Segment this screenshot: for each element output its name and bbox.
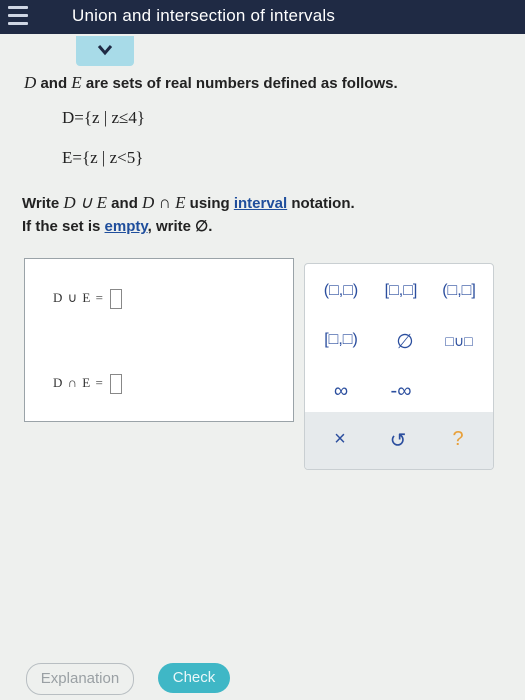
closed-open-interval-key[interactable]: [□,□) — [315, 331, 367, 349]
intersection-answer-row: D ∩ E = — [53, 374, 122, 394]
union-answer-input[interactable] — [109, 289, 122, 309]
intersection-answer-input[interactable] — [109, 374, 122, 394]
set-e-definition: E={z | z<5} — [62, 148, 144, 167]
infinity-key[interactable]: ∞ — [319, 380, 363, 403]
explanation-button[interactable]: Explanation — [26, 663, 134, 695]
check-button[interactable]: Check — [158, 663, 230, 693]
chevron-down-icon — [97, 45, 113, 56]
intersection-label: D ∩ E = — [53, 374, 104, 390]
menu-icon[interactable] — [8, 6, 28, 28]
math-keypad: (□,□) [□,□] (□,□] [□,□) ∅ □∪□ ∞ -∞ × ↺ ? — [304, 263, 494, 470]
negative-infinity-key[interactable]: -∞ — [379, 380, 423, 403]
union-answer-row: D ∪ E = — [53, 289, 122, 309]
keypad-action-bar: × ↺ ? — [305, 412, 493, 469]
undo-button[interactable]: ↺ — [383, 428, 413, 453]
problem-intro: D and E are sets of real numbers defined… — [24, 73, 398, 92]
collapse-button[interactable] — [76, 36, 134, 66]
page-title: Union and intersection of intervals — [72, 6, 336, 25]
instruction-line-2: If the set is empty, write ∅. — [22, 218, 213, 235]
union-key[interactable]: □∪□ — [433, 333, 485, 350]
closed-closed-interval-key[interactable]: [□,□] — [375, 282, 427, 300]
open-closed-interval-key[interactable]: (□,□] — [433, 282, 485, 300]
top-bar: Union and intersection of intervals — [0, 0, 525, 34]
empty-link[interactable]: empty — [105, 218, 148, 235]
empty-set-key[interactable]: ∅ — [383, 329, 427, 354]
union-label: D ∪ E = — [53, 289, 104, 305]
interval-link[interactable]: interval — [234, 195, 287, 212]
open-open-interval-key[interactable]: (□,□) — [315, 282, 367, 300]
help-button[interactable]: ? — [443, 428, 473, 451]
set-d-definition: D={z | z≤4} — [62, 108, 146, 127]
instruction-line-1: Write D ∪ E and D ∩ E using interval not… — [22, 193, 355, 212]
clear-button[interactable]: × — [325, 428, 355, 451]
answer-panel: D ∪ E = D ∩ E = — [24, 258, 294, 422]
